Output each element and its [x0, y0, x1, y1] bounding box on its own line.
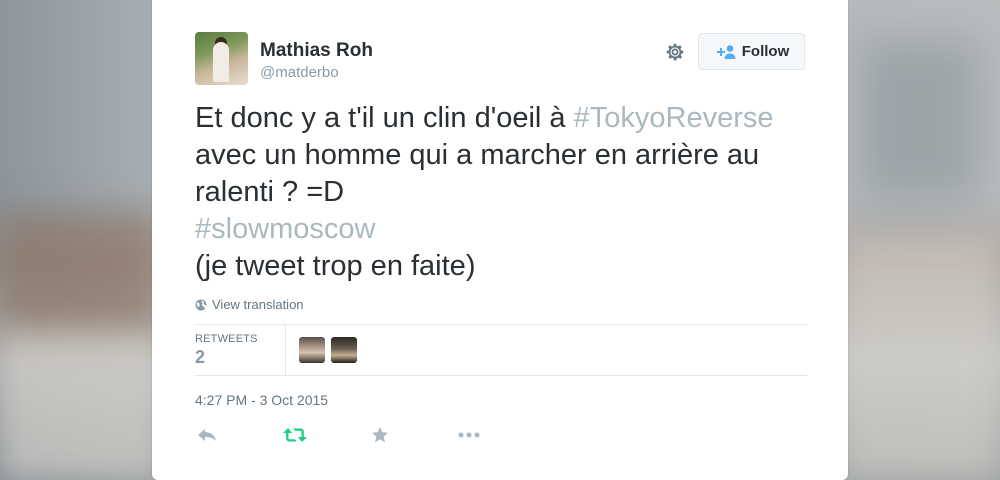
add-user-icon [716, 44, 736, 59]
tweet-line: ralenti ? =D [195, 176, 345, 208]
follow-label: Follow [741, 43, 790, 60]
retweet-button[interactable] [283, 424, 307, 446]
retweets-label: RETWEETS [195, 333, 258, 345]
user-handle[interactable]: @matderbo [260, 64, 339, 81]
reply-icon [198, 429, 216, 441]
view-translation-link[interactable]: View translation [195, 297, 304, 312]
favorite-button[interactable] [368, 424, 392, 446]
retweets-count[interactable]: 2 [195, 347, 205, 368]
more-button[interactable] [457, 424, 481, 446]
hashtag-link[interactable]: #slowmoscow [195, 211, 825, 248]
follow-button[interactable]: Follow [698, 33, 805, 70]
tweet-card: Mathias Roh @matderbo Follow Et donc y a… [152, 0, 848, 480]
tweet-line: (je tweet trop en faite) [195, 250, 476, 282]
retweeter-avatar[interactable] [299, 337, 325, 363]
tweet-text: Et donc y a t'il un clin d'oeil à #Tokyo… [195, 100, 825, 285]
divider [195, 375, 807, 376]
retweeter-avatar[interactable] [331, 337, 357, 363]
retweet-icon [283, 428, 307, 442]
user-name[interactable]: Mathias Roh [260, 40, 373, 62]
star-icon [372, 427, 388, 443]
tweet-line: avec un homme qui a marcher en arrière a… [195, 139, 760, 171]
reply-button[interactable] [195, 424, 219, 446]
view-translation-label: View translation [212, 297, 304, 312]
tweet-line: Et donc y a t'il un clin d'oeil à #Tokyo… [195, 102, 774, 134]
tweet-timestamp[interactable]: 4:27 PM - 3 Oct 2015 [195, 392, 328, 408]
avatar[interactable] [195, 32, 248, 85]
stats-separator [285, 324, 286, 375]
divider [195, 324, 807, 325]
gear-icon[interactable] [664, 41, 686, 63]
globe-icon [195, 299, 207, 310]
more-icon [458, 432, 480, 438]
hashtag-link[interactable]: #TokyoReverse [574, 102, 774, 134]
